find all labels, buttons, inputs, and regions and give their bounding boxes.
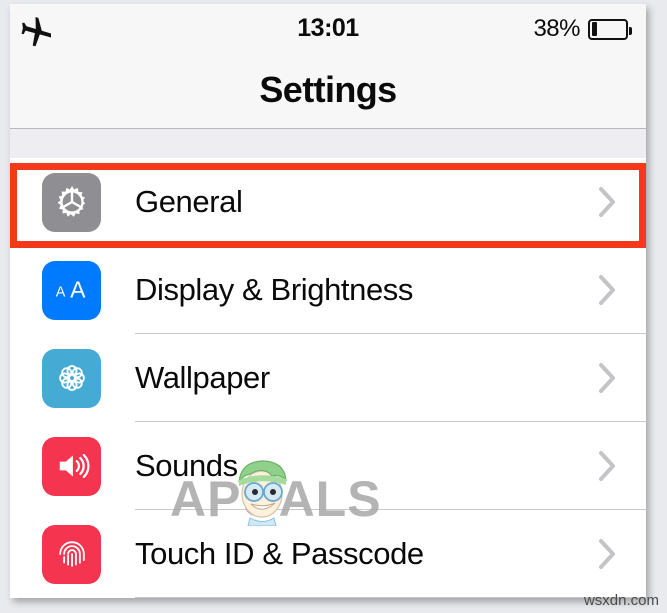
settings-row-label: General <box>135 184 243 219</box>
text-size-aa-icon: A A <box>42 260 101 320</box>
battery-fill <box>591 22 597 36</box>
settings-row-label: Touch ID & Passcode <box>135 536 424 571</box>
settings-row-general[interactable]: General <box>10 158 646 246</box>
flower-rosette-icon <box>42 348 101 408</box>
battery-percent-label: 38% <box>533 15 580 42</box>
fingerprint-icon <box>42 524 101 584</box>
chevron-right-icon <box>599 539 615 569</box>
screenshot-root: 13:01 38% Settings General A A Display &… <box>0 0 667 613</box>
settings-list: General A A Display & Brightness Wallpap… <box>10 158 646 598</box>
navigation-bar: Settings <box>10 57 646 129</box>
section-gap <box>10 129 646 158</box>
phone-screenshot-frame: 13:01 38% Settings General A A Display &… <box>10 4 646 598</box>
settings-row-label: Display & Brightness <box>135 272 414 307</box>
svg-text:A: A <box>70 277 86 303</box>
speaker-volume-icon <box>42 436 101 496</box>
status-bar-right-group: 38% <box>533 15 632 43</box>
battery-icon <box>588 18 632 40</box>
settings-row-display-brightness[interactable]: A A Display & Brightness <box>10 246 646 334</box>
row-separator <box>135 597 646 598</box>
settings-row-touch-id-passcode[interactable]: Touch ID & Passcode <box>10 510 646 598</box>
site-watermark: wsxdn.com <box>583 592 659 609</box>
chevron-right-icon <box>599 187 615 217</box>
settings-row-wallpaper[interactable]: Wallpaper <box>10 334 646 422</box>
page-title: Settings <box>259 69 397 110</box>
settings-row-sounds[interactable]: Sounds <box>10 422 646 510</box>
gear-icon <box>42 172 101 232</box>
chevron-right-icon <box>599 275 615 305</box>
settings-row-label: Wallpaper <box>135 360 270 395</box>
settings-row-label: Sounds <box>135 448 238 483</box>
status-bar: 13:01 38% <box>10 4 646 57</box>
svg-text:A: A <box>55 285 65 301</box>
chevron-right-icon <box>599 451 615 481</box>
chevron-right-icon <box>599 363 615 393</box>
